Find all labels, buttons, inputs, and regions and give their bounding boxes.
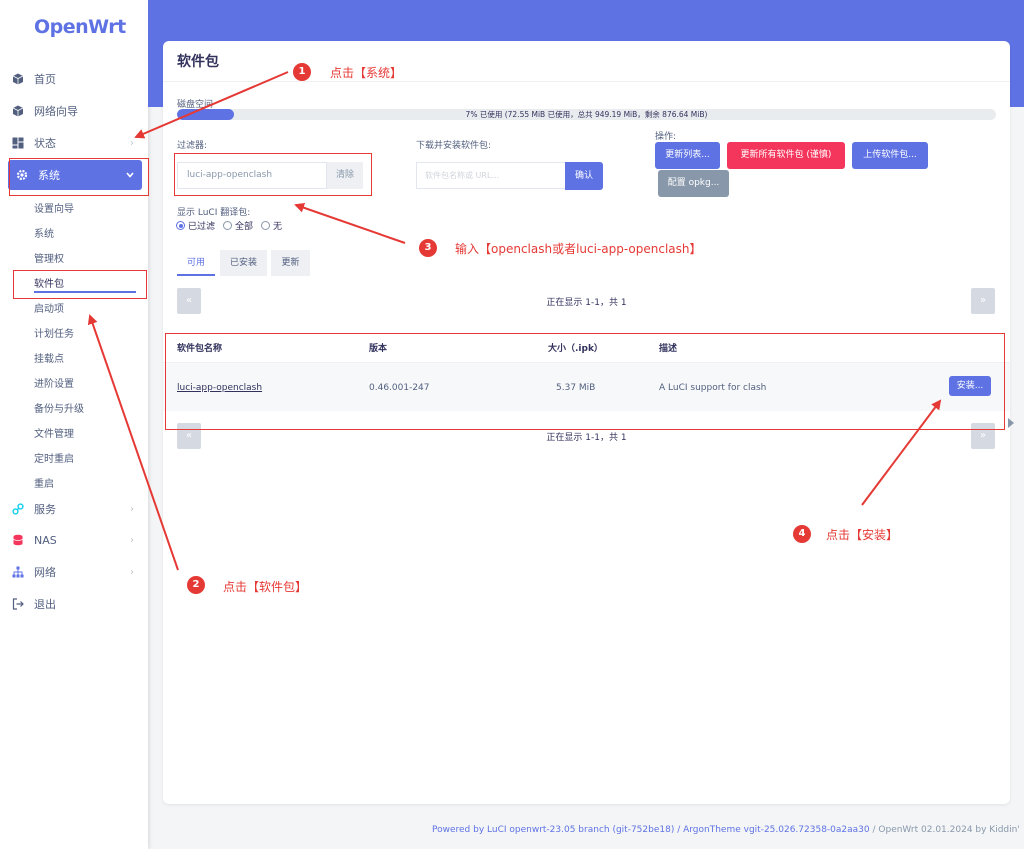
disk-usage-bar: 7% 已使用 (72.55 MiB 已使用，总共 949.19 MiB，剩余 8…: [177, 109, 996, 120]
tab-installed[interactable]: 已安装: [220, 250, 267, 276]
sidebar-item-label: 状态: [34, 137, 56, 150]
sidebar-item-network[interactable]: 网络 ›: [12, 561, 142, 583]
page-title: 软件包: [177, 54, 219, 70]
sub-item-file-manager[interactable]: 文件管理: [34, 425, 74, 440]
annotation-number-1: 1: [293, 63, 311, 81]
database-icon: [13, 534, 23, 546]
chevron-right-icon: ›: [130, 566, 134, 578]
translation-radio-group: 已过滤 全部 无: [174, 219, 288, 232]
annotation-number-3: 3: [419, 239, 437, 257]
footer: Powered by LuCI openwrt-23.05 branch (gi…: [432, 825, 1020, 835]
annotation-text-4: 点击【安装】: [826, 528, 899, 542]
pager-status: 正在显示 1-1，共 1: [546, 298, 627, 308]
update-lists-button[interactable]: 更新列表...: [655, 142, 720, 169]
chevron-right-icon: ›: [130, 503, 134, 515]
sub-item-timed-reboot[interactable]: 定时重启: [34, 450, 74, 465]
sitemap-icon: [12, 566, 24, 578]
sidebar: OpenWrt 首页 网络向导 状态 › 系统 设置向导 系统 管理权 软件包 …: [0, 0, 148, 849]
sidebar-item-status[interactable]: 状态 ›: [12, 132, 142, 154]
cube-icon: [12, 73, 24, 85]
sidebar-item-wizard[interactable]: 网络向导: [12, 100, 142, 122]
footer-powered[interactable]: Powered by LuCI openwrt-23.05 branch (gi…: [432, 825, 870, 835]
pager-next-button[interactable]: »: [971, 288, 995, 314]
sidebar-item-home[interactable]: 首页: [12, 68, 142, 90]
filter-label: 过滤器:: [177, 141, 208, 151]
sidebar-item-label: 首页: [34, 73, 56, 86]
sidebar-item-label: 服务: [34, 503, 56, 516]
brand-logo[interactable]: OpenWrt: [34, 16, 126, 38]
annotation-number-4: 4: [793, 525, 811, 543]
upload-package-button[interactable]: 上传软件包...: [852, 142, 928, 169]
logout-icon: [12, 598, 24, 610]
sub-item-advanced[interactable]: 进阶设置: [34, 375, 74, 390]
tab-updates[interactable]: 更新: [271, 250, 310, 276]
sub-item-admin[interactable]: 管理权: [34, 250, 64, 265]
sidebar-item-services[interactable]: 服务 ›: [12, 498, 142, 520]
title-divider: [163, 81, 1010, 82]
sub-item-backup[interactable]: 备份与升级: [34, 400, 84, 415]
download-label: 下载并安装软件包:: [416, 141, 492, 151]
annotation-box-filter: [174, 153, 372, 196]
chevron-right-icon: ›: [130, 534, 134, 546]
disk-usage-text: 7% 已使用 (72.55 MiB 已使用，总共 949.19 MiB，剩余 8…: [465, 110, 708, 119]
pager-status-bottom: 正在显示 1-1，共 1: [546, 433, 627, 443]
sidebar-item-label: 网络: [34, 566, 56, 579]
side-panel-toggle-icon[interactable]: [1008, 418, 1014, 428]
cube-icon: [12, 105, 24, 117]
annotation-box-table: [165, 333, 1005, 430]
translation-label: 显示 LuCI 翻译包:: [177, 208, 251, 218]
upgrade-all-button[interactable]: 更新所有软件包 (谨慎): [727, 142, 845, 169]
sub-item-setup-wizard[interactable]: 设置向导: [34, 200, 74, 215]
download-input[interactable]: 软件包名称或 URL…: [416, 162, 566, 189]
sub-item-startup[interactable]: 启动项: [34, 300, 64, 315]
sidebar-item-label: 退出: [34, 598, 56, 611]
sidebar-item-logout[interactable]: 退出: [12, 593, 142, 615]
radio-none[interactable]: [261, 221, 271, 230]
annotation-text-1: 点击【系统】: [330, 66, 403, 80]
sidebar-item-nas[interactable]: NAS ›: [12, 529, 142, 551]
link-icon: [12, 503, 24, 515]
sidebar-item-label: NAS: [34, 533, 57, 547]
sub-item-scheduled-tasks[interactable]: 计划任务: [34, 325, 74, 340]
sub-item-system[interactable]: 系统: [34, 225, 54, 240]
annotation-text-3: 输入【openclash或者luci-app-openclash】: [455, 242, 702, 256]
sub-item-mount-points[interactable]: 挂载点: [34, 350, 64, 365]
download-confirm-button[interactable]: 确认: [565, 162, 603, 190]
radio-filtered[interactable]: [176, 221, 185, 230]
annotation-box-software: [13, 270, 147, 299]
tab-available[interactable]: 可用: [177, 250, 215, 276]
footer-build: / OpenWrt 02.01.2024 by Kiddin': [872, 825, 1020, 835]
sidebar-item-label: 网络向导: [34, 105, 78, 118]
sub-item-reboot[interactable]: 重启: [34, 475, 54, 490]
annotation-number-2: 2: [187, 576, 205, 594]
configure-opkg-button[interactable]: 配置 opkg...: [658, 170, 729, 197]
annotation-text-2: 点击【软件包】: [223, 580, 308, 594]
dashboard-icon: [12, 137, 24, 149]
radio-all[interactable]: [223, 221, 233, 230]
annotation-box-system: [9, 158, 149, 196]
chevron-right-icon: ›: [130, 137, 134, 149]
actions-label: 操作:: [655, 132, 677, 142]
